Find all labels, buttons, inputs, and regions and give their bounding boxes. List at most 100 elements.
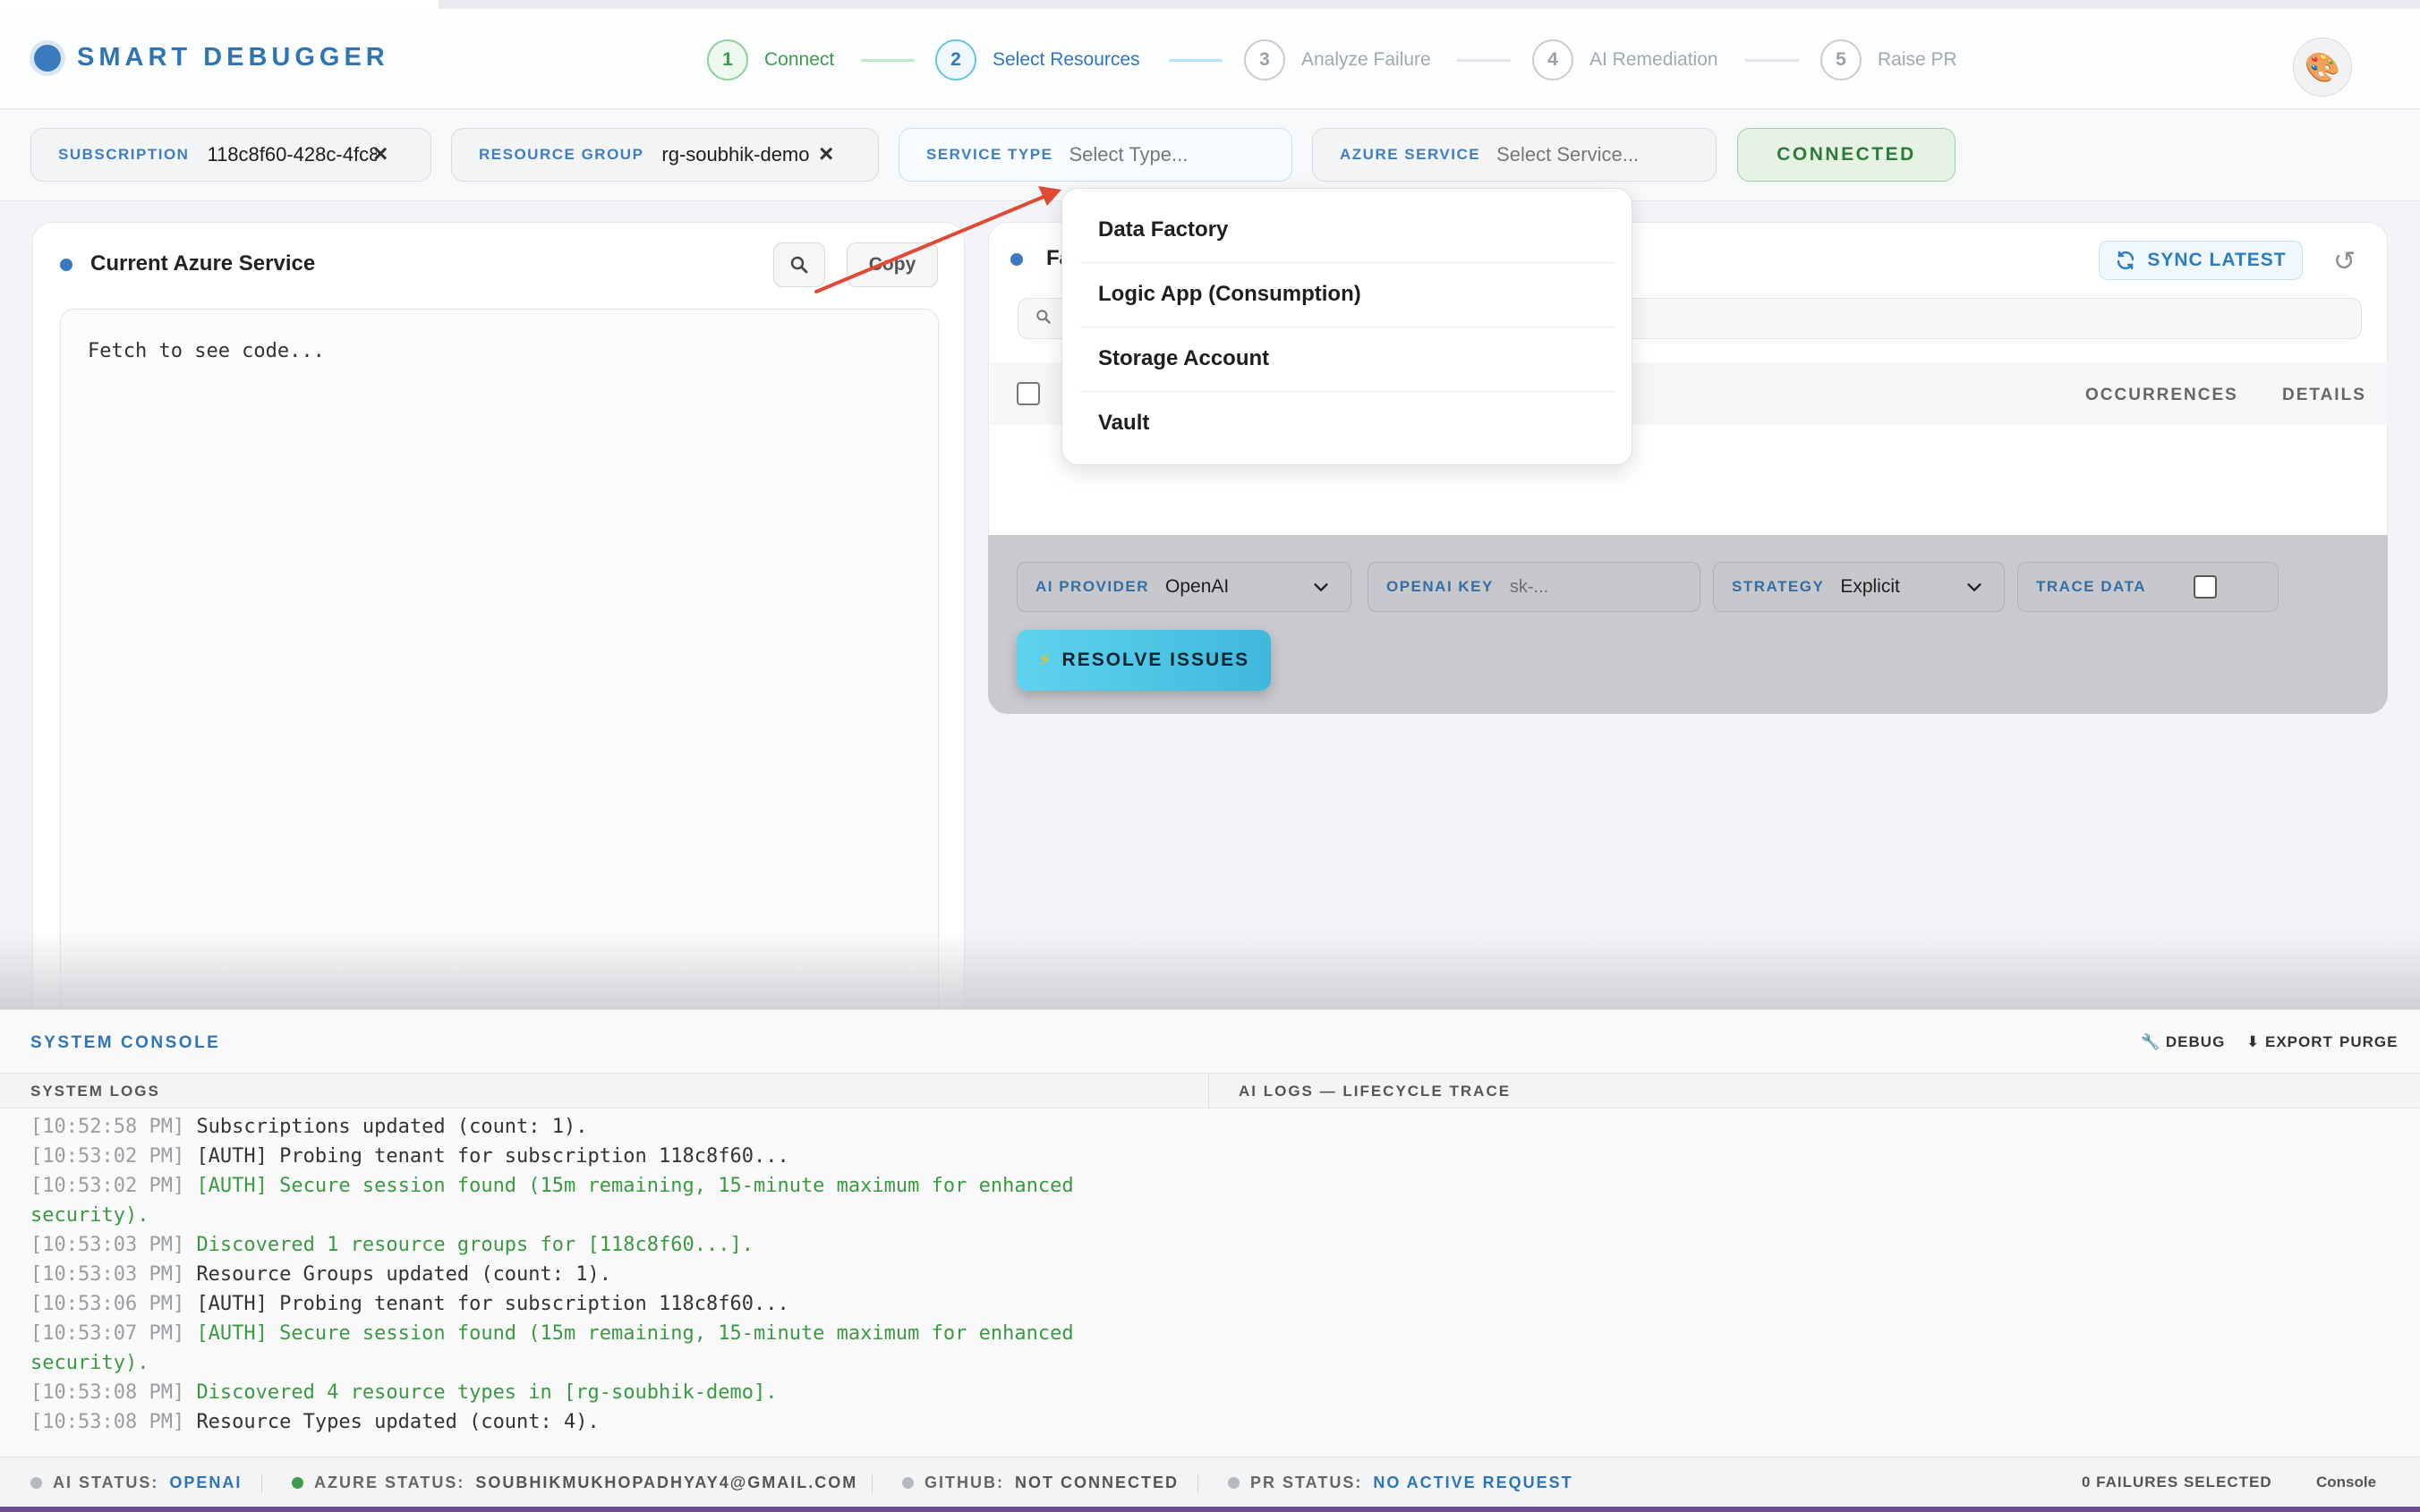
step-label: Select Resources: [993, 49, 1140, 70]
log-line: [10:53:03 PM] Discovered 1 resource grou…: [30, 1234, 754, 1256]
dropdown-option-logic-app[interactable]: Logic App (Consumption): [1098, 262, 1612, 327]
step-connector: [1169, 59, 1223, 62]
copy-button[interactable]: Copy: [847, 242, 938, 287]
dropdown-option-data-factory[interactable]: Data Factory: [1098, 198, 1612, 262]
service-type-label: SERVICE TYPE: [926, 146, 1053, 163]
azure-status-key: AZURE STATUS:: [314, 1474, 465, 1491]
status-dot-icon: [292, 1477, 303, 1489]
palette-icon: 🎨: [2305, 51, 2340, 83]
github-status-key: GITHUB:: [925, 1474, 1004, 1491]
console-title: SYSTEM CONSOLE: [30, 1033, 221, 1052]
status-dot-icon: [30, 1477, 42, 1489]
ai-status-value: OPENAI: [169, 1474, 243, 1491]
reset-icon[interactable]: ↺: [2333, 246, 2356, 277]
dropdown-option-vault[interactable]: Vault: [1098, 391, 1612, 455]
strategy-value: Explicit: [1840, 576, 1900, 597]
avatar[interactable]: 🎨: [2293, 38, 2352, 97]
step-ai-remediation[interactable]: 4 AI Remediation: [1532, 39, 1718, 81]
status-divider: [1197, 1474, 1198, 1493]
status-dot-icon: [902, 1477, 914, 1489]
step-connector: [1745, 59, 1799, 62]
console-toggle[interactable]: Console: [2316, 1474, 2376, 1491]
azure-status-value: SOUBHIKMUKHOPADHYAY4@GMAIL.COM: [475, 1474, 858, 1491]
debug-button[interactable]: 🔧 DEBUG: [2141, 1033, 2225, 1051]
resource-group-value: rg-soubhik-demo: [661, 143, 810, 166]
ai-provider-value: OpenAI: [1165, 576, 1230, 597]
failures-selected-count: 0 FAILURES SELECTED: [2082, 1474, 2272, 1491]
trace-data-label: TRACE DATA: [2036, 578, 2146, 595]
step-select-resources[interactable]: 2 Select Resources: [935, 39, 1140, 81]
trace-data-checkbox[interactable]: [2194, 575, 2217, 599]
status-divider: [261, 1474, 262, 1493]
azure-service-select[interactable]: AZURE SERVICE Select Service...: [1312, 128, 1717, 182]
code-placeholder: Fetch to see code...: [88, 340, 325, 362]
panel-dot-icon: [60, 259, 72, 271]
ai-status-key: AI STATUS:: [53, 1474, 159, 1491]
panel-dot-icon: [1010, 253, 1023, 266]
remediation-controls: AI PROVIDER OpenAI OPENAI KEY sk-... STR…: [988, 535, 2388, 714]
github-status-value: NOT CONNECTED: [1015, 1474, 1179, 1491]
system-logs-heading: SYSTEM LOGS: [30, 1083, 160, 1100]
ai-provider-select[interactable]: AI PROVIDER OpenAI: [1017, 562, 1351, 612]
ai-logs-heading: AI LOGS — LIFECYCLE TRACE: [1239, 1083, 1512, 1100]
dropdown-option-storage-account[interactable]: Storage Account: [1098, 327, 1612, 391]
debug-label: DEBUG: [2165, 1033, 2226, 1050]
step-connect[interactable]: 1 Connect: [707, 39, 834, 81]
strategy-label: STRATEGY: [1732, 578, 1825, 595]
header: SMART DEBUGGER 1 Connect 2 Select Resour…: [0, 9, 2420, 109]
log-headers: SYSTEM LOGS AI LOGS — LIFECYCLE TRACE: [0, 1073, 2420, 1109]
service-type-placeholder: Select Type...: [1069, 143, 1189, 166]
step-number: 3: [1244, 39, 1285, 81]
clear-subscription-icon[interactable]: ×: [373, 140, 388, 168]
chevron-down-icon: [1967, 583, 1981, 591]
subscription-select[interactable]: SUBSCRIPTION 118c8f60-428c-4fc8 ×: [30, 128, 431, 182]
logo-icon: [34, 45, 61, 72]
strategy-select[interactable]: STRATEGY Explicit: [1713, 562, 2005, 612]
log-line: [10:53:03 PM] Resource Groups updated (c…: [30, 1263, 612, 1286]
github-status: GITHUB: NOT CONNECTED: [902, 1474, 1179, 1492]
log-divider: [1208, 1074, 1209, 1109]
resource-group-select[interactable]: RESOURCE GROUP rg-soubhik-demo ×: [451, 128, 879, 182]
system-log-list[interactable]: [10:52:58 PM] Subscriptions updated (cou…: [30, 1112, 1194, 1437]
log-line: [10:52:58 PM] Subscriptions updated (cou…: [30, 1116, 588, 1138]
step-label: Raise PR: [1878, 49, 1957, 70]
clear-resource-group-icon[interactable]: ×: [819, 140, 833, 168]
purge-button[interactable]: PURGE: [2339, 1033, 2398, 1051]
download-icon: ⬇: [2246, 1033, 2261, 1050]
azure-service-placeholder: Select Service...: [1496, 143, 1640, 166]
log-line: [10:53:02 PM] [AUTH] Secure session foun…: [30, 1175, 1086, 1227]
select-all-checkbox[interactable]: [1017, 382, 1040, 405]
sync-latest-button[interactable]: SYNC LATEST: [2099, 241, 2303, 280]
log-line: [10:53:08 PM] Discovered 4 resource type…: [30, 1381, 778, 1404]
system-console: SYSTEM CONSOLE 🔧 DEBUG ⬇ EXPORT PURGE SY…: [0, 1009, 2420, 1457]
resource-group-label: RESOURCE GROUP: [479, 146, 644, 163]
step-connector: [861, 59, 915, 62]
step-label: AI Remediation: [1589, 49, 1718, 70]
export-label: EXPORT: [2264, 1033, 2333, 1050]
status-bar: AI STATUS: OPENAI AZURE STATUS: SOUBHIKM…: [0, 1457, 2420, 1507]
service-type-select[interactable]: SERVICE TYPE Select Type...: [899, 128, 1292, 182]
step-number: 1: [707, 39, 748, 81]
openai-key-input[interactable]: OPENAI KEY sk-...: [1368, 562, 1700, 612]
ai-status: AI STATUS: OPENAI: [30, 1474, 242, 1492]
subscription-value: 118c8f60-428c-4fc8: [207, 143, 378, 166]
step-number: 4: [1532, 39, 1573, 81]
trace-data-toggle[interactable]: TRACE DATA: [2017, 562, 2279, 612]
resolve-issues-button[interactable]: ⚡ RESOLVE ISSUES: [1017, 630, 1271, 691]
step-analyze-failure[interactable]: 3 Analyze Failure: [1244, 39, 1431, 81]
wrench-icon: 🔧: [2141, 1033, 2161, 1050]
lightning-icon: ⚡: [1037, 650, 1053, 671]
search-button[interactable]: [773, 242, 825, 287]
chevron-down-icon: [1314, 583, 1328, 591]
azure-status: AZURE STATUS: SOUBHIKMUKHOPADHYAY4@GMAIL…: [292, 1474, 857, 1492]
column-occurrences[interactable]: OCCURRENCES: [2085, 386, 2238, 405]
column-details[interactable]: DETAILS: [2282, 386, 2366, 405]
openai-key-placeholder: sk-...: [1509, 576, 1549, 597]
export-button[interactable]: ⬇ EXPORT: [2246, 1033, 2333, 1051]
log-line: [10:53:02 PM] [AUTH] Probing tenant for …: [30, 1145, 789, 1168]
step-number: 2: [935, 39, 976, 81]
pr-status-key: PR STATUS:: [1250, 1474, 1363, 1491]
panel-title: Current Azure Service: [90, 251, 316, 276]
log-line: [10:53:08 PM] Resource Types updated (co…: [30, 1411, 600, 1433]
step-raise-pr[interactable]: 5 Raise PR: [1820, 39, 1957, 81]
